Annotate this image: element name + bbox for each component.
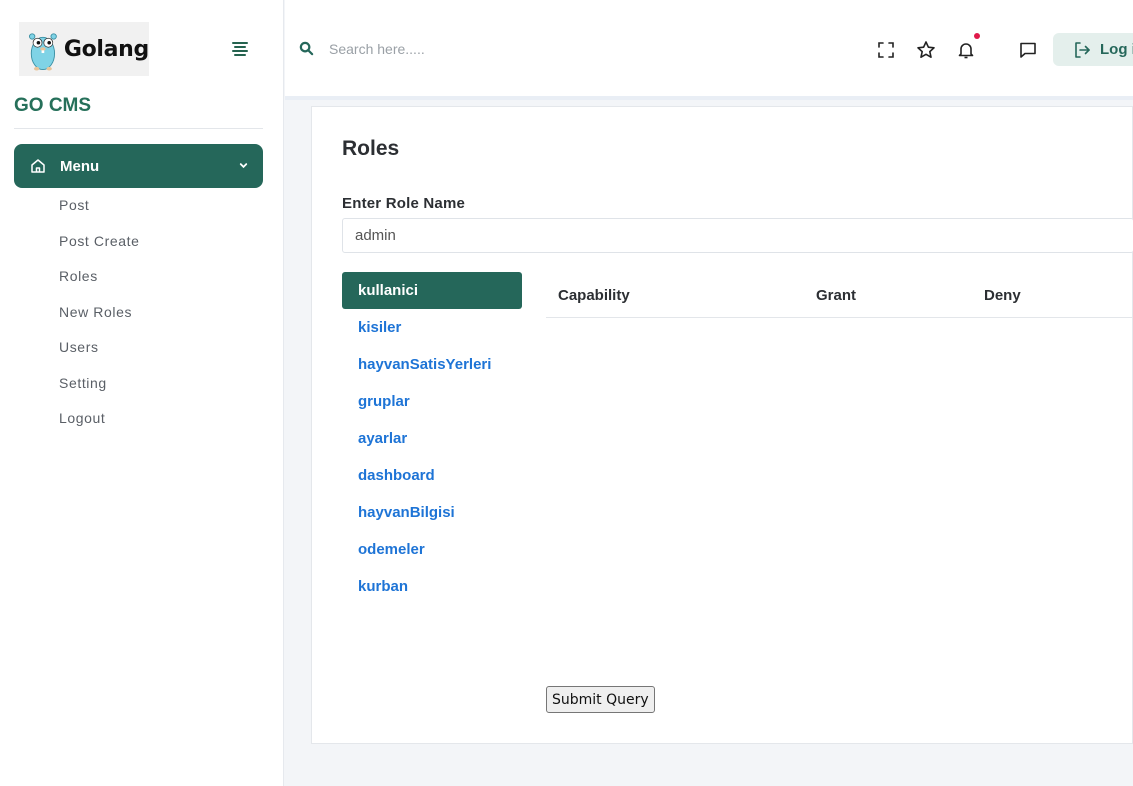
sidebar-item-logout[interactable]: Logout: [59, 410, 140, 446]
chat-icon[interactable]: [1018, 40, 1038, 60]
tab-ayarlar[interactable]: ayarlar: [342, 420, 522, 457]
login-label: Log in: [1100, 41, 1133, 58]
sidebar-item-new-roles[interactable]: New Roles: [59, 304, 140, 340]
submenu: Post Post Create Roles New Roles Users S…: [59, 197, 140, 446]
sidebar-item-setting[interactable]: Setting: [59, 375, 140, 411]
submit-button[interactable]: Submit Query: [546, 686, 655, 713]
tab-hayvanbilgisi[interactable]: hayvanBilgisi: [342, 494, 522, 531]
hamburger-menu-icon[interactable]: [230, 40, 250, 56]
column-header-grant: Grant: [816, 287, 857, 304]
search-icon[interactable]: [299, 41, 314, 56]
logo[interactable]: Golang: [19, 22, 149, 76]
tab-kisiler[interactable]: kisiler: [342, 309, 522, 346]
sidebar: Golang GO CMS Menu Post Post Create Role…: [0, 0, 284, 786]
sidebar-item-users[interactable]: Users: [59, 339, 140, 375]
sidebar-item-post[interactable]: Post: [59, 197, 140, 233]
roles-card: Roles Enter Role Name kullanici kisiler …: [311, 106, 1133, 744]
tab-gruplar[interactable]: gruplar: [342, 383, 522, 420]
brand-title: GO CMS: [14, 95, 92, 116]
gopher-logo-icon: [29, 33, 57, 71]
chevron-down-icon: [239, 163, 248, 169]
column-header-capability: Capability: [558, 287, 630, 304]
sidebar-item-roles[interactable]: Roles: [59, 268, 140, 304]
login-icon: [1075, 41, 1090, 58]
tab-kurban[interactable]: kurban: [342, 568, 522, 605]
capability-table: Capability Grant Deny: [546, 273, 1133, 318]
tab-hayvansatisyerleri[interactable]: hayvanSatisYerleri: [342, 346, 522, 383]
tab-odemeler[interactable]: odemeler: [342, 531, 522, 568]
fullscreen-icon[interactable]: [876, 40, 896, 60]
top-header: Log in: [285, 0, 1133, 100]
login-button[interactable]: Log in: [1053, 33, 1133, 66]
tab-dashboard[interactable]: dashboard: [342, 457, 522, 494]
tab-kullanici[interactable]: kullanici: [342, 272, 522, 309]
bell-icon[interactable]: [956, 40, 976, 60]
sidebar-item-post-create[interactable]: Post Create: [59, 233, 140, 269]
table-header-row: Capability Grant Deny: [546, 273, 1133, 318]
role-name-input[interactable]: [342, 218, 1133, 253]
search-input[interactable]: [329, 36, 629, 62]
column-header-deny: Deny: [984, 287, 1021, 304]
role-name-label: Enter Role Name: [342, 195, 466, 212]
menu-label: Menu: [60, 157, 100, 175]
menu-toggle-button[interactable]: Menu: [14, 144, 263, 188]
divider: [14, 128, 263, 129]
notification-badge: [974, 33, 980, 39]
logo-text: Golang: [63, 36, 149, 62]
home-icon: [31, 159, 45, 173]
page-title: Roles: [342, 137, 400, 160]
capability-tabs: kullanici kisiler hayvanSatisYerleri gru…: [342, 272, 522, 605]
star-icon[interactable]: [916, 40, 936, 60]
